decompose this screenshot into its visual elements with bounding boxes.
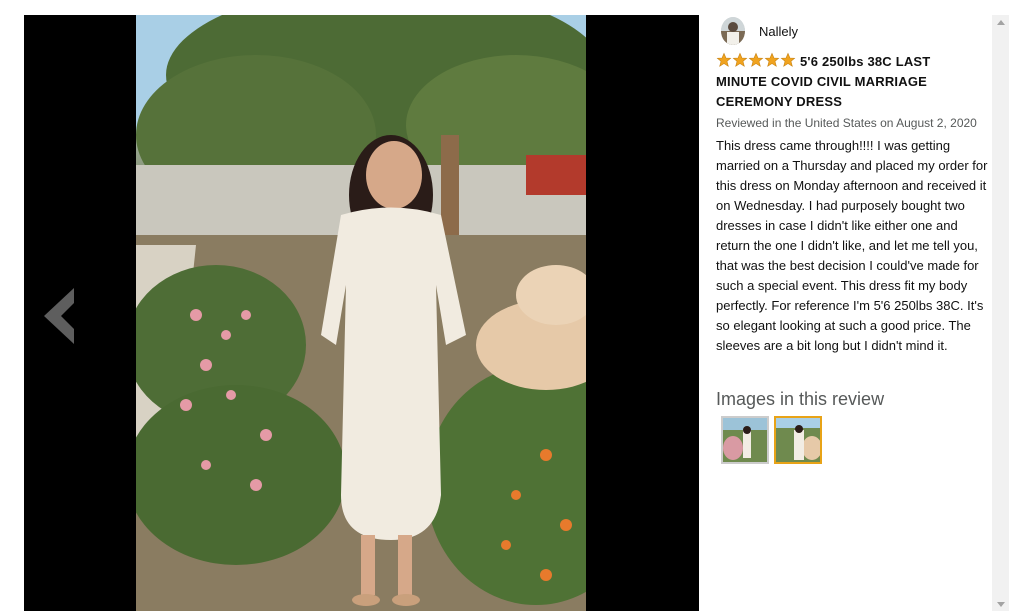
review-body: This dress came through!!!! I was gettin… — [716, 138, 988, 353]
star-icon — [780, 52, 796, 67]
image-viewer — [24, 15, 699, 611]
image-thumbnail-selected[interactable] — [774, 416, 822, 464]
avatar[interactable] — [721, 17, 745, 45]
avatar-image — [721, 17, 745, 45]
previous-image-button[interactable] — [34, 285, 82, 347]
review-panel: Nallely 5'6 250lbs 38C LAST MINUTE COVID… — [699, 15, 1009, 611]
triangle-up-icon — [996, 19, 1005, 25]
review-headline-block: 5'6 250lbs 38C LAST MINUTE COVID CIVIL M… — [716, 52, 984, 112]
star-icon — [748, 52, 764, 67]
reviewer-profile[interactable]: Nallely — [721, 17, 798, 45]
star-icon — [716, 52, 732, 67]
images-section-title: Images in this review — [716, 389, 885, 409]
image-thumbnails — [721, 416, 827, 464]
thumbnail-image — [723, 418, 767, 462]
triangle-down-icon — [996, 601, 1005, 607]
star-rating — [716, 52, 796, 68]
scroll-up-button[interactable] — [992, 15, 1009, 29]
scrollbar[interactable] — [992, 15, 1009, 611]
star-icon — [764, 52, 780, 67]
chevron-left-icon — [44, 288, 74, 344]
scroll-down-button[interactable] — [992, 597, 1009, 611]
star-icon — [732, 52, 748, 67]
reviewer-name[interactable]: Nallely — [759, 24, 798, 39]
review-photo — [136, 15, 586, 611]
review-date: Reviewed in the United States on August … — [716, 116, 977, 130]
image-thumbnail[interactable] — [721, 416, 769, 464]
photo-illustration — [136, 15, 586, 611]
thumbnail-image — [776, 418, 820, 462]
